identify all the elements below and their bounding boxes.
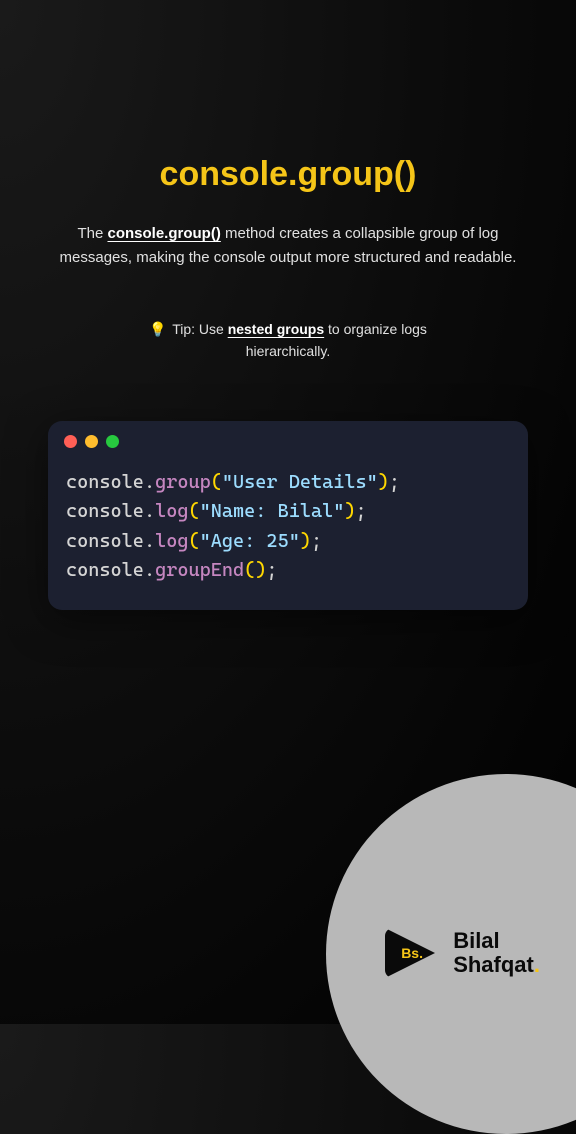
main-content: console.group() The console.group() meth… [0, 0, 576, 610]
window-traffic-lights [48, 421, 528, 462]
close-icon [64, 435, 77, 448]
tip-text: 💡 Tip: Use nested groups to organize log… [0, 318, 576, 363]
maximize-icon [106, 435, 119, 448]
brand-logo: Bs. Bilal Shafqat. [385, 928, 540, 978]
tip-keyword: nested groups [228, 321, 324, 337]
description-text: The console.group() method creates a col… [0, 222, 576, 270]
page-title: console.group() [0, 155, 576, 194]
brand-name: Bilal Shafqat. [453, 929, 540, 977]
brand-badge-icon: Bs. [385, 928, 443, 978]
code-line: console.groupEnd(); [66, 556, 510, 585]
code-window: console.group("User Details"); console.l… [48, 421, 528, 610]
code-keyword: console.group() [108, 225, 221, 242]
code-line: console.log("Name: Bilal"); [66, 497, 510, 526]
lightbulb-icon: 💡 [149, 321, 166, 337]
code-block: console.group("User Details"); console.l… [48, 462, 528, 610]
code-line: console.group("User Details"); [66, 468, 510, 497]
minimize-icon [85, 435, 98, 448]
brand-badge-text: Bs. [401, 945, 423, 961]
code-line: console.log("Age: 25"); [66, 527, 510, 556]
